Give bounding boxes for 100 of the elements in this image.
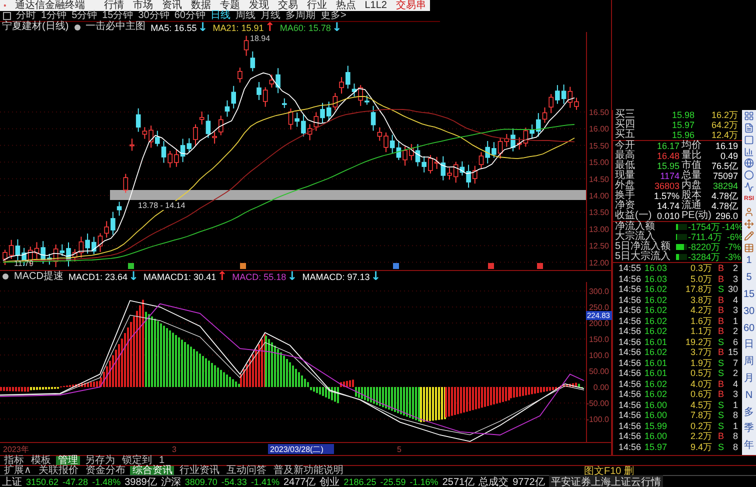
axis-label: 12.50 bbox=[588, 242, 609, 251]
menu-item[interactable]: 数据 bbox=[190, 0, 211, 11]
tick-volume: 4.0万 bbox=[689, 378, 713, 389]
tick-price: 16.02 bbox=[643, 389, 668, 400]
flow-label: 大宗流入 bbox=[615, 232, 655, 242]
tick-side: S bbox=[716, 358, 725, 368]
index-name: 上证 bbox=[2, 476, 22, 487]
period-tab[interactable]: 周线 bbox=[236, 11, 256, 21]
move-icon[interactable] bbox=[744, 218, 754, 229]
tick-count: 15 bbox=[726, 347, 739, 358]
index-change: -54.33 bbox=[221, 476, 247, 486]
tool-tab[interactable]: 锁定到 bbox=[120, 456, 154, 466]
period-tab[interactable]: 1分钟 bbox=[41, 11, 67, 21]
period-button[interactable]: 日 bbox=[744, 337, 754, 354]
period-button[interactable]: 月 bbox=[744, 371, 754, 388]
circle-icon[interactable] bbox=[744, 170, 754, 180]
tool-tab[interactable]: 另存为 bbox=[83, 456, 117, 466]
tick-price: 15.99 bbox=[643, 420, 668, 431]
tick-side: B bbox=[716, 389, 725, 400]
tick-price: 16.02 bbox=[643, 378, 668, 389]
period-button[interactable]: 5 bbox=[746, 270, 752, 288]
globe-icon[interactable] bbox=[744, 158, 754, 168]
stat-value: 76.5亿 bbox=[711, 161, 739, 171]
period-tab[interactable]: 15分钟 bbox=[102, 11, 134, 21]
menu-item[interactable]: 资讯 bbox=[162, 0, 182, 11]
extension-tab[interactable]: 扩展∧ bbox=[2, 466, 34, 476]
table-icon[interactable] bbox=[744, 242, 754, 253]
square-icon[interactable] bbox=[3, 12, 11, 20]
menu-item[interactable]: 行情 bbox=[104, 0, 124, 11]
indicator-value: MA21: 15.91↑ bbox=[212, 22, 275, 32]
menu-item[interactable]: 行业 bbox=[306, 0, 327, 11]
tool-tab[interactable]: 管理 bbox=[56, 456, 80, 466]
period-tab[interactable]: 月线 bbox=[260, 11, 280, 21]
period-button[interactable]: 周 bbox=[744, 354, 754, 372]
menu-item[interactable]: 发现 bbox=[248, 0, 269, 11]
f10-link[interactable]: 图文F10 删 bbox=[584, 464, 634, 478]
period-tab[interactable]: 分时 bbox=[16, 11, 36, 21]
tick-volume: 3.7万 bbox=[689, 347, 713, 358]
menu-item[interactable]: 热点 bbox=[336, 0, 356, 11]
period-tab[interactable]: 多周期 bbox=[286, 11, 316, 21]
period-tab[interactable]: 30分钟 bbox=[138, 11, 170, 21]
tick-volume: 4.2万 bbox=[689, 305, 713, 316]
grid-icon[interactable] bbox=[744, 110, 754, 121]
chart-title: 宁夏建材(日线) bbox=[2, 22, 69, 32]
tick-time: 14:56 bbox=[617, 294, 642, 305]
order-price: 15.98 bbox=[670, 110, 696, 120]
period-button[interactable]: 60 bbox=[743, 320, 755, 338]
tick-volume: 1.1万 bbox=[689, 326, 713, 336]
extension-tab[interactable]: 综合资讯 bbox=[130, 466, 174, 476]
square-icon[interactable] bbox=[744, 134, 754, 145]
person-icon[interactable] bbox=[744, 206, 754, 217]
order-label: 买三 bbox=[615, 110, 636, 120]
document-icon[interactable] bbox=[744, 122, 754, 133]
tick-time: 14:56 bbox=[617, 358, 642, 368]
period-button[interactable]: 年 bbox=[744, 438, 754, 456]
stat-value: 16.19 bbox=[714, 141, 739, 151]
marker-icon bbox=[240, 263, 246, 269]
candlestick bbox=[123, 173, 128, 194]
wave-icon[interactable] bbox=[744, 182, 754, 192]
flow-label: 净流入额 bbox=[615, 222, 656, 232]
template-name[interactable]: 一击必中主图 bbox=[86, 22, 146, 32]
bar-chart-icon[interactable] bbox=[744, 146, 754, 156]
menu-item[interactable]: 专题 bbox=[220, 0, 240, 11]
period-button[interactable]: 季 bbox=[744, 421, 754, 438]
index-percent: -1.48% bbox=[92, 476, 121, 486]
period-tab[interactable]: 5分钟 bbox=[72, 11, 98, 21]
tool-tab[interactable]: 指标 bbox=[2, 456, 26, 466]
flow-percent: -14% bbox=[722, 222, 744, 232]
period-tab[interactable]: 60分钟 bbox=[174, 11, 206, 21]
period-button[interactable]: 30 bbox=[743, 304, 755, 321]
tick-price: 16.01 bbox=[643, 368, 668, 378]
tick-volume: 5.0万 bbox=[689, 274, 713, 284]
tool-tab[interactable]: 1 bbox=[157, 456, 167, 466]
circle-icon[interactable] bbox=[74, 24, 81, 30]
extension-tab[interactable]: 互动问答 bbox=[224, 466, 268, 476]
extension-tab[interactable]: 资金分布 bbox=[83, 466, 128, 476]
period-button[interactable]: 多 bbox=[744, 404, 754, 422]
period-tab[interactable]: 日线 bbox=[210, 11, 230, 21]
period-button[interactable]: 1 bbox=[746, 253, 752, 270]
stat-label: 现量 bbox=[615, 171, 636, 181]
extension-tab[interactable]: 关联报价 bbox=[36, 466, 80, 476]
tick-time: 14:56 bbox=[617, 336, 642, 347]
period-tab[interactable]: 更多> bbox=[320, 11, 346, 21]
flow-label: 5日净流入额 bbox=[615, 242, 672, 252]
period-button[interactable]: N bbox=[745, 388, 753, 405]
extension-tab[interactable]: 普及新功能说明 bbox=[271, 466, 346, 476]
tick-side: S bbox=[716, 420, 725, 431]
axis-label: 14.50 bbox=[588, 174, 609, 184]
circle-icon[interactable] bbox=[2, 273, 9, 280]
extension-tab[interactable]: 行业资讯 bbox=[177, 466, 222, 476]
axis-label: 50.00 bbox=[588, 367, 609, 376]
period-button[interactable]: 15 bbox=[743, 287, 755, 304]
axis-label: 16.00 bbox=[588, 124, 609, 134]
pencil-icon[interactable] bbox=[744, 230, 754, 241]
tick-price: 16.01 bbox=[643, 336, 668, 347]
tool-tab[interactable]: 模板 bbox=[29, 456, 53, 466]
stat-value: 38294 bbox=[712, 181, 739, 191]
tick-count: 3 bbox=[732, 305, 739, 316]
menu-item[interactable]: L1L2 bbox=[364, 0, 387, 11]
tick-side: S bbox=[716, 284, 725, 294]
